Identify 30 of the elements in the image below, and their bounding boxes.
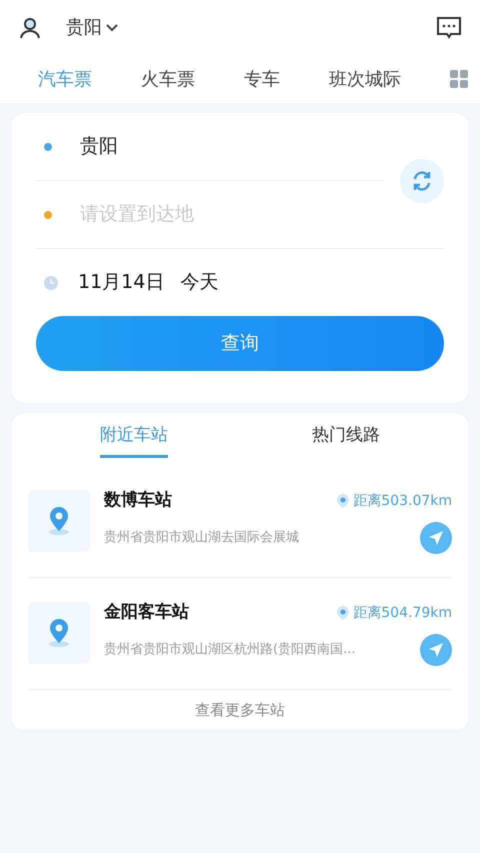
category-tab[interactable]: 班次城际	[329, 66, 401, 92]
station-tab[interactable]: 热门线路	[312, 413, 380, 458]
category-tab[interactable]: 火车票	[141, 66, 195, 92]
caret-icon	[106, 24, 118, 32]
navigation-arrow-icon	[428, 530, 444, 546]
city-name: 贵阳	[66, 16, 102, 40]
user-icon[interactable]	[18, 16, 42, 40]
swap-icon	[411, 170, 433, 192]
station-name[interactable]: 金阳客车站	[104, 600, 189, 626]
location-pin-icon	[48, 506, 70, 536]
grid-icon[interactable]	[450, 70, 468, 88]
clock-icon	[44, 276, 58, 290]
station-distance: 距离503.07km	[353, 492, 452, 510]
navigate-button[interactable]	[420, 634, 452, 666]
navigate-button[interactable]	[420, 522, 452, 554]
navigation-arrow-icon	[428, 642, 444, 658]
location-pin-icon	[48, 618, 70, 648]
swap-button[interactable]	[400, 158, 444, 202]
destination-dot	[44, 210, 52, 218]
origin-field[interactable]: 贵阳	[80, 132, 280, 161]
date-field[interactable]: 11月14日 今天	[78, 268, 218, 297]
category-tab[interactable]: 专车	[244, 66, 280, 92]
city-selector[interactable]: 贵阳	[66, 14, 118, 41]
station-name[interactable]: 数博车站	[104, 488, 172, 514]
station-distance: 距离504.79km	[353, 604, 452, 622]
message-icon[interactable]	[436, 16, 462, 40]
station-address: 贵州省贵阳市观山湖区杭州路(贵阳西南国...	[104, 641, 356, 659]
station-address: 贵州省贵阳市观山湖去国际会展城	[104, 529, 299, 547]
origin-dot	[44, 142, 52, 150]
more-stations-link[interactable]: 查看更多车站	[189, 698, 291, 722]
